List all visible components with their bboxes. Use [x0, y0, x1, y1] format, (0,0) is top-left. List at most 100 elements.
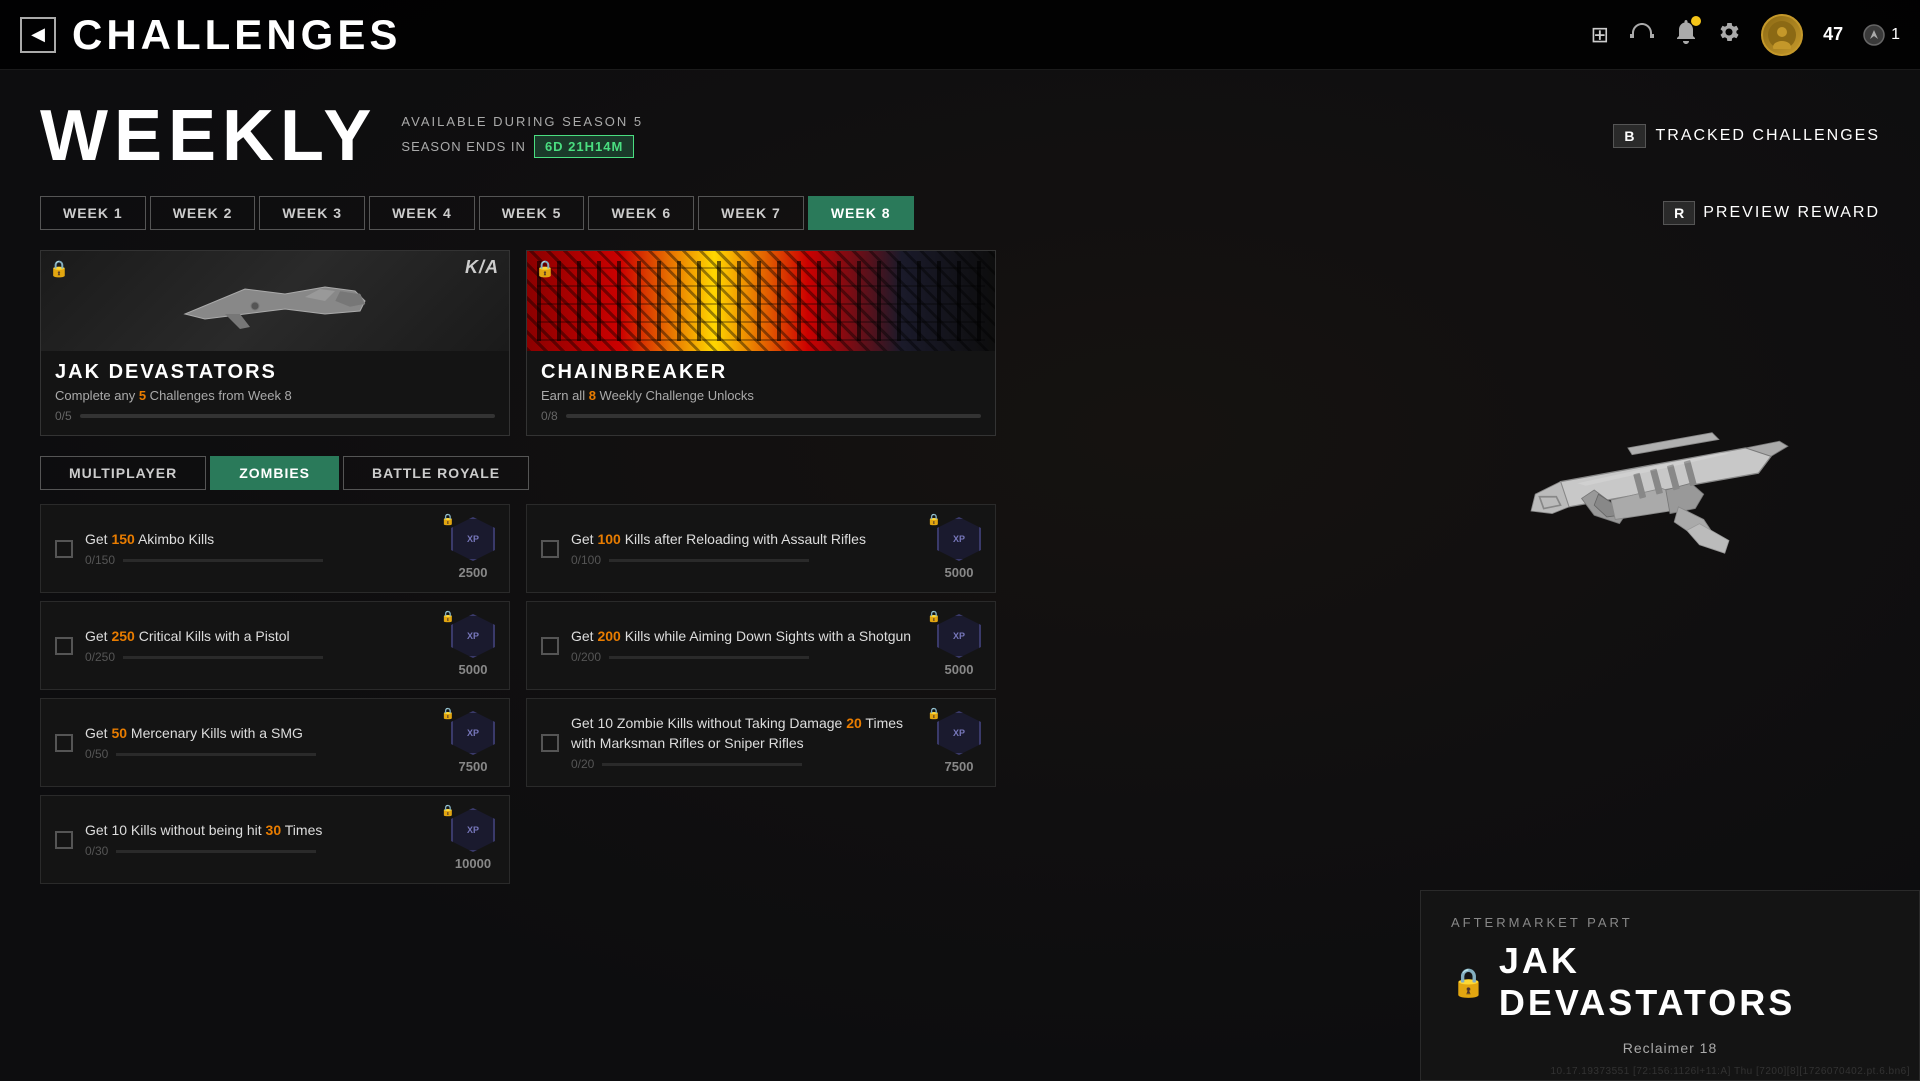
challenge-lock-mercenary: 🔒: [441, 707, 455, 720]
challenge-right-reload: XP 5000: [937, 517, 981, 580]
settings-icon[interactable]: [1717, 20, 1741, 50]
reward-card-jak-bar: [80, 414, 495, 418]
challenge-progress-reload: 0/100: [571, 553, 925, 567]
preview-reward-label: PREVIEW REWARD: [1703, 204, 1880, 222]
challenge-progress-bar-reload: [609, 559, 809, 562]
xp-amount-critical: 5000: [459, 662, 488, 677]
aftermarket-gun-name: Reclaimer 18: [1451, 1040, 1889, 1056]
aftermarket-name-text: JAK DEVASTATORS: [1499, 940, 1889, 1024]
jak-brand-icon: K/A: [465, 257, 499, 277]
challenge-item-zombie-sniper[interactable]: Get 10 Zombie Kills without Taking Damag…: [526, 698, 996, 787]
chain-image-bg: [527, 251, 995, 351]
tracked-challenges-button[interactable]: B TRACKED CHALLENGES: [1613, 124, 1880, 148]
challenge-item-akimbo[interactable]: Get 150 Akimbo Kills 0/150 🔒 XP 2500: [40, 504, 510, 593]
mode-tab-battle-royale[interactable]: BATTLE ROYALE: [343, 456, 529, 490]
jak-lock-icon: 🔒: [49, 259, 69, 279]
week-tab-8[interactable]: WEEK 8: [808, 196, 914, 230]
week-tabs: WEEK 1 WEEK 2 WEEK 3 WEEK 4 WEEK 5 WEEK …: [40, 196, 914, 230]
week-tab-1[interactable]: WEEK 1: [40, 196, 146, 230]
notification-icon[interactable]: [1675, 20, 1697, 50]
week-tab-4[interactable]: WEEK 4: [369, 196, 475, 230]
challenge-item-nohit[interactable]: Get 10 Kills without being hit 30 Times …: [40, 795, 510, 884]
challenge-checkbox-nohit[interactable]: [55, 831, 73, 849]
challenge-content-mercenary: Get 50 Mercenary Kills with a SMG 0/50: [85, 724, 439, 762]
week-tab-7[interactable]: WEEK 7: [698, 196, 804, 230]
challenge-item-reload[interactable]: Get 100 Kills after Reloading with Assau…: [526, 504, 996, 593]
challenge-checkbox-ads-shotgun[interactable]: [541, 637, 559, 655]
xp-amount-zombie-sniper: 7500: [945, 759, 974, 774]
reward-card-chain-progress: 0/8: [541, 409, 981, 423]
reward-card-chain-bar: [566, 414, 981, 418]
xp-badge-zombie-sniper: XP: [937, 711, 981, 755]
challenge-lock-ads-shotgun: 🔒: [927, 610, 941, 623]
challenge-progress-ads-shotgun: 0/200: [571, 650, 925, 664]
xp-badge-akimbo: XP: [451, 517, 495, 561]
rank-value: 1: [1891, 26, 1900, 44]
challenge-checkbox-reload[interactable]: [541, 540, 559, 558]
challenge-right-critical: XP 5000: [451, 614, 495, 677]
xp-badge-nohit: XP: [451, 808, 495, 852]
grid-icon[interactable]: ⊞: [1591, 22, 1609, 48]
challenge-progress-nohit: 0/30: [85, 844, 439, 858]
aftermarket-panel: AFTERMARKET PART 🔒 JAK DEVASTATORS Recla…: [1420, 890, 1920, 1081]
challenge-progress-bar-critical: [123, 656, 323, 659]
available-text: AVAILABLE DURING SEASON 5: [401, 114, 643, 129]
challenge-lock-akimbo: 🔒: [441, 513, 455, 526]
challenge-checkbox-critical[interactable]: [55, 637, 73, 655]
challenge-right-nohit: XP 10000: [451, 808, 495, 871]
xp-amount-ads-shotgun: 5000: [945, 662, 974, 677]
preview-reward-key: R: [1663, 201, 1695, 225]
challenge-lock-critical: 🔒: [441, 610, 455, 623]
reward-card-jak-image: K/A 🔒: [41, 251, 509, 351]
reward-card-chain-info: CHAINBREAKER Earn all 8 Weekly Challenge…: [527, 351, 995, 435]
challenge-name-reload: Get 100 Kills after Reloading with Assau…: [571, 530, 925, 550]
challenge-progress-mercenary: 0/50: [85, 747, 439, 761]
back-button[interactable]: ◀: [20, 17, 56, 53]
week-tab-5[interactable]: WEEK 5: [479, 196, 585, 230]
week-tab-6[interactable]: WEEK 6: [588, 196, 694, 230]
debug-text: 10.17.19373551 [72:156:1126l+11:A] Thu […: [1550, 1066, 1910, 1077]
mode-tab-multiplayer[interactable]: MULTIPLAYER: [40, 456, 206, 490]
week-tab-3[interactable]: WEEK 3: [259, 196, 365, 230]
challenge-content-akimbo: Get 150 Akimbo Kills 0/150: [85, 530, 439, 568]
challenges-col-left: Get 150 Akimbo Kills 0/150 🔒 XP 2500 Get…: [40, 504, 510, 884]
challenge-progress-text-zombie-sniper: 0/20: [571, 757, 594, 771]
xp-badge-mercenary: XP: [451, 711, 495, 755]
challenge-item-mercenary[interactable]: Get 50 Mercenary Kills with a SMG 0/50 🔒…: [40, 698, 510, 787]
reward-card-jak[interactable]: K/A 🔒 JAK DEVASTATORS Complete any 5 Cha…: [40, 250, 510, 436]
challenge-content-nohit: Get 10 Kills without being hit 30 Times …: [85, 821, 439, 859]
chain-lock-icon: 🔒: [535, 259, 555, 279]
weekly-label: WEEKLY: [40, 100, 377, 172]
xp-amount-mercenary: 7500: [459, 759, 488, 774]
page-title: CHALLENGES: [72, 11, 401, 59]
challenge-name-zombie-sniper: Get 10 Zombie Kills without Taking Damag…: [571, 714, 925, 753]
aftermarket-lock-icon: 🔒: [1451, 966, 1489, 999]
reward-card-chain[interactable]: 🔒 CHAINBREAKER Earn all 8 Weekly Challen…: [526, 250, 996, 436]
challenge-item-ads-shotgun[interactable]: Get 200 Kills while Aiming Down Sights w…: [526, 601, 996, 690]
challenge-name-akimbo: Get 150 Akimbo Kills: [85, 530, 439, 550]
rank-icon: 1: [1863, 24, 1900, 46]
challenge-progress-text-mercenary: 0/50: [85, 747, 108, 761]
preview-reward-button[interactable]: R PREVIEW REWARD: [1663, 201, 1880, 225]
xp-amount-akimbo: 2500: [459, 565, 488, 580]
top-bar-right: ⊞ 47: [1591, 14, 1900, 56]
xp-amount-reload: 5000: [945, 565, 974, 580]
xp-badge-ads-shotgun: XP: [937, 614, 981, 658]
challenge-name-nohit: Get 10 Kills without being hit 30 Times: [85, 821, 439, 841]
challenge-progress-bar-mercenary: [116, 753, 316, 756]
challenge-content-ads-shotgun: Get 200 Kills while Aiming Down Sights w…: [571, 627, 925, 665]
week-tab-2[interactable]: WEEK 2: [150, 196, 256, 230]
week-tabs-row: WEEK 1 WEEK 2 WEEK 3 WEEK 4 WEEK 5 WEEK …: [40, 196, 1880, 230]
challenge-lock-zombie-sniper: 🔒: [927, 707, 941, 720]
mode-tab-zombies[interactable]: ZOMBIES: [210, 456, 339, 490]
player-avatar[interactable]: [1761, 14, 1803, 56]
challenge-checkbox-zombie-sniper[interactable]: [541, 734, 559, 752]
headset-icon[interactable]: [1629, 21, 1655, 49]
challenge-lock-reload: 🔒: [927, 513, 941, 526]
challenge-item-critical[interactable]: Get 250 Critical Kills with a Pistol 0/2…: [40, 601, 510, 690]
top-bar: ◀ CHALLENGES ⊞ 47: [0, 0, 1920, 70]
challenges-grid: Get 150 Akimbo Kills 0/150 🔒 XP 2500 Get…: [40, 504, 1880, 884]
challenge-checkbox-akimbo[interactable]: [55, 540, 73, 558]
challenge-checkbox-mercenary[interactable]: [55, 734, 73, 752]
aftermarket-type-label: AFTERMARKET PART: [1451, 915, 1889, 930]
